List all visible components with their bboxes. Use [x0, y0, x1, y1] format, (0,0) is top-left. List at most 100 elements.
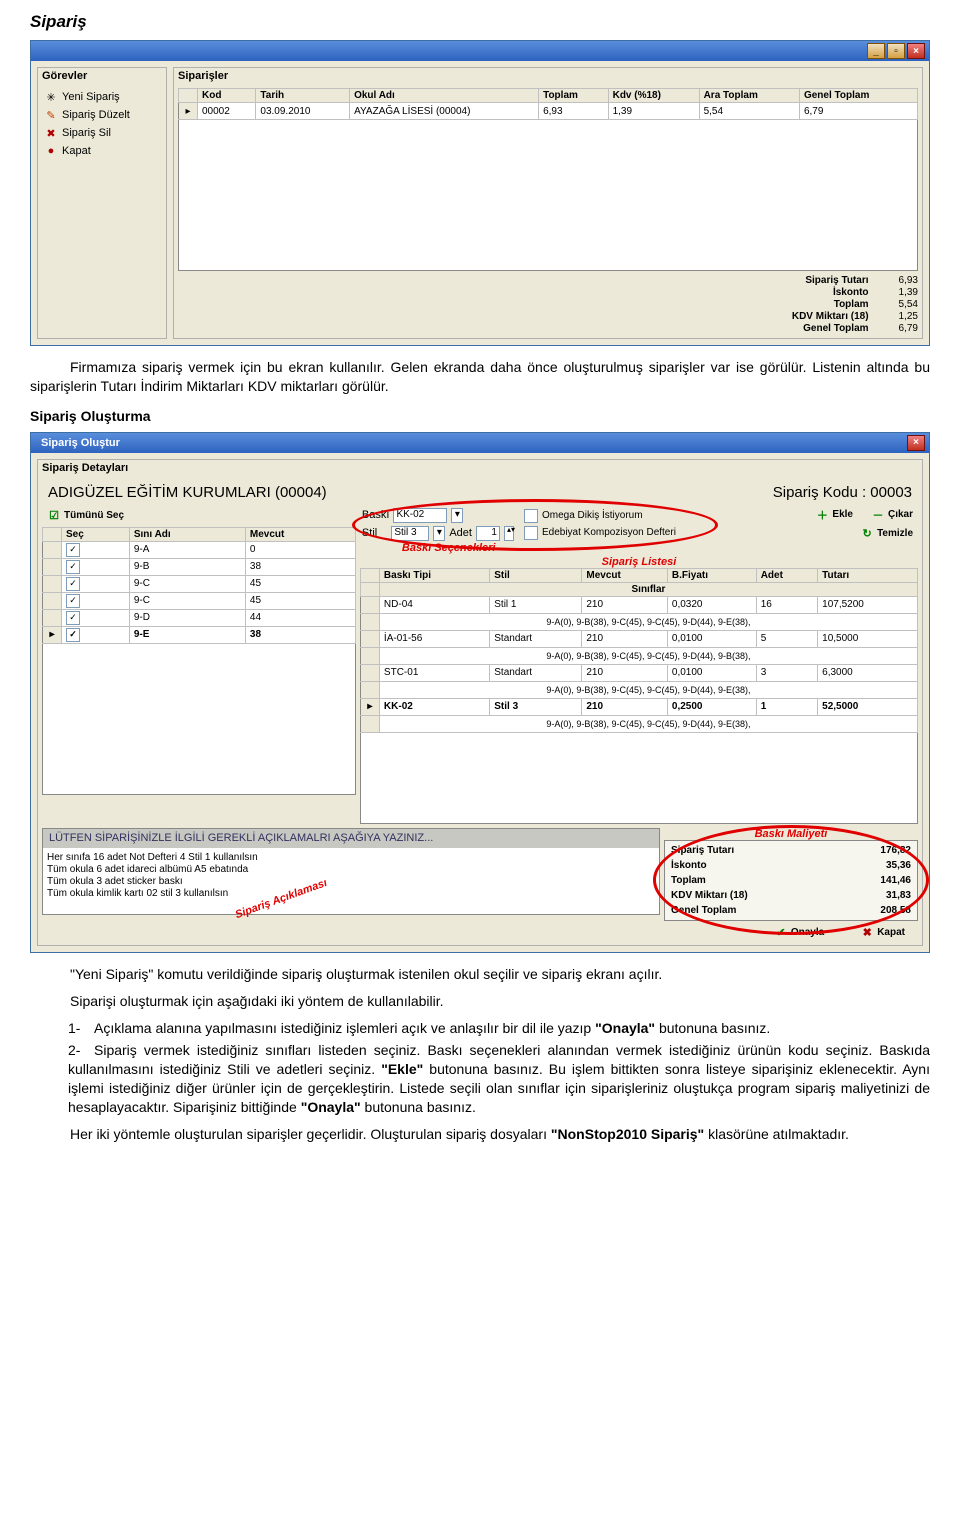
- stil-select[interactable]: Stil 3: [391, 526, 429, 541]
- onayla-button[interactable]: ✔Onayla: [771, 925, 827, 941]
- cell: 9-D: [129, 609, 245, 626]
- table-row[interactable]: ✓9-C45: [43, 592, 356, 609]
- table-row[interactable]: ▸KK-02Stil 32100,2500152,5000: [360, 698, 917, 715]
- orders-list-title: Siparişler: [174, 68, 922, 84]
- cell: 210: [582, 664, 668, 681]
- col: B.Fiyatı: [667, 568, 756, 582]
- cell: 210: [582, 698, 668, 715]
- cell: 9-E: [129, 626, 245, 643]
- subheader: Sınıflar: [379, 582, 917, 596]
- note-line: Tüm okula kimlik kartı 02 stil 3 kullanı…: [47, 888, 655, 900]
- cell: 107,5200: [818, 596, 918, 613]
- cell: 6,3000: [818, 664, 918, 681]
- cell: 9-B: [129, 558, 245, 575]
- table-row[interactable]: ▸ 00002 03.09.2010 AYAZAĞA LİSESİ (00004…: [179, 103, 918, 120]
- order-code: Sipariş Kodu : 00003: [773, 484, 912, 501]
- table-row[interactable]: ND-04Stil 12100,032016107,5200: [360, 596, 917, 613]
- dropdown-icon[interactable]: ▾: [433, 526, 445, 541]
- col: Baskı Tipi: [379, 568, 489, 582]
- col-aratoplam: Ara Toplam: [699, 89, 799, 103]
- close-icon: ●: [44, 144, 58, 158]
- temizle-button[interactable]: ↻Temizle: [857, 526, 916, 542]
- cell: 1,39: [608, 103, 699, 120]
- text: Açıklama alanına yapılmasını istediğiniz…: [94, 1020, 595, 1036]
- col-tarih: Tarih: [256, 89, 350, 103]
- dropdown-icon[interactable]: ▾: [451, 508, 463, 523]
- text: "Onayla": [301, 1099, 361, 1115]
- omega-checkbox[interactable]: Omega Dikiş İstiyorum: [524, 509, 676, 523]
- cell: 38: [245, 558, 355, 575]
- approve-icon: ✔: [774, 926, 788, 940]
- task-label: Sipariş Düzelt: [62, 109, 130, 121]
- table-row[interactable]: ✓9-A0: [43, 541, 356, 558]
- label: Ekle: [832, 509, 853, 520]
- table-row[interactable]: STC-01Standart2100,010036,3000: [360, 664, 917, 681]
- edebiyat-checkbox[interactable]: Edebiyat Kompozisyon Defteri: [524, 526, 676, 540]
- cell: 38: [245, 626, 355, 643]
- create-p3: Her iki yöntemle oluşturulan siparişler …: [30, 1125, 930, 1144]
- intro-paragraph: Firmamıza sipariş vermek için bu ekran k…: [30, 358, 930, 396]
- cell: 9-A: [129, 541, 245, 558]
- label: Onayla: [791, 927, 824, 938]
- task-close[interactable]: ●Kapat: [42, 142, 162, 160]
- col: Stil: [490, 568, 582, 582]
- table-row[interactable]: İA-01-56Standart2100,0100510,5000: [360, 630, 917, 647]
- cell: 10,5000: [818, 630, 918, 647]
- baski-input[interactable]: KK-02: [393, 508, 447, 523]
- task-label: Yeni Sipariş: [62, 91, 120, 103]
- label: Toplam: [671, 875, 706, 886]
- text: "Ekle": [381, 1061, 423, 1077]
- cell: İA-01-56: [379, 630, 489, 647]
- table-row[interactable]: ✓9-B38: [43, 558, 356, 575]
- cell: KK-02: [379, 698, 489, 715]
- classes-grid[interactable]: Seç Sını Adı Mevcut ✓9-A0 ✓9-B38 ✓9-C45 …: [42, 527, 356, 644]
- col-siniadi: Sını Adı: [129, 527, 245, 541]
- table-row[interactable]: ✓9-C45: [43, 575, 356, 592]
- cell: 1: [756, 698, 817, 715]
- cell: 5,54: [699, 103, 799, 120]
- spinner-icon[interactable]: ▴▾: [504, 526, 514, 541]
- value: 176,82: [880, 845, 911, 856]
- adet-input[interactable]: 1: [476, 526, 500, 541]
- task-new-order[interactable]: ✳Yeni Sipariş: [42, 88, 162, 106]
- ekle-button[interactable]: ＋Ekle: [812, 507, 856, 523]
- note-line: Tüm okula 3 adet sticker baskı: [47, 876, 655, 888]
- table-row[interactable]: ✓9-D44: [43, 609, 356, 626]
- minimize-button[interactable]: _: [867, 43, 885, 59]
- close-button[interactable]: ×: [907, 435, 925, 451]
- select-all-button[interactable]: ☑Tümünü Seç: [44, 508, 127, 524]
- maximize-button[interactable]: ▫: [887, 43, 905, 59]
- cell: 210: [582, 630, 668, 647]
- value: 208,58: [880, 905, 911, 916]
- table-subrow: 9-A(0), 9-B(38), 9-C(45), 9-C(45), 9-D(4…: [360, 715, 917, 732]
- cell: 5: [756, 630, 817, 647]
- task-edit-order[interactable]: ✎Sipariş Düzelt: [42, 106, 162, 124]
- order-notes[interactable]: LÜTFEN SİPARİŞİNİZLE İLGİLİ GEREKLİ AÇIK…: [42, 828, 660, 915]
- kapat-button[interactable]: ✖Kapat: [857, 925, 908, 941]
- text: "Onayla": [595, 1020, 655, 1036]
- label: Tümünü Seç: [64, 510, 124, 521]
- cell: 9-A(0), 9-B(38), 9-C(45), 9-C(45), 9-D(4…: [379, 647, 917, 664]
- order-items-grid[interactable]: Baskı Tipi Stil Mevcut B.Fiyatı Adet Tut…: [360, 568, 918, 733]
- total-value: 1,25: [899, 311, 918, 322]
- cost-panel: Sipariş Tutarı176,82 İskonto35,36 Toplam…: [664, 840, 918, 921]
- cikar-button[interactable]: －Çıkar: [868, 507, 916, 523]
- add-icon: ＋: [815, 508, 829, 522]
- label: Sipariş Tutarı: [671, 845, 734, 856]
- cell: AYAZAĞA LİSESİ (00004): [350, 103, 539, 120]
- adet-label: Adet: [449, 527, 472, 539]
- table-row[interactable]: ▸✓9-E38: [43, 626, 356, 643]
- cell: Stil 1: [490, 596, 582, 613]
- cell: 0,0320: [667, 596, 756, 613]
- orders-grid[interactable]: Kod Tarih Okul Adı Toplam Kdv (%18) Ara …: [178, 88, 918, 120]
- note-header: LÜTFEN SİPARİŞİNİZLE İLGİLİ GEREKLİ AÇIK…: [43, 829, 659, 848]
- close-button[interactable]: ×: [907, 43, 925, 59]
- task-delete-order[interactable]: ✖Sipariş Sil: [42, 124, 162, 142]
- cell: 0,0100: [667, 664, 756, 681]
- cell: 0: [245, 541, 355, 558]
- label: Temizle: [877, 528, 913, 539]
- label: KDV Miktarı (18): [671, 890, 748, 901]
- cell: 210: [582, 596, 668, 613]
- delete-icon: ✖: [44, 126, 58, 140]
- siparis-listesi-label: Sipariş Listesi: [360, 556, 918, 568]
